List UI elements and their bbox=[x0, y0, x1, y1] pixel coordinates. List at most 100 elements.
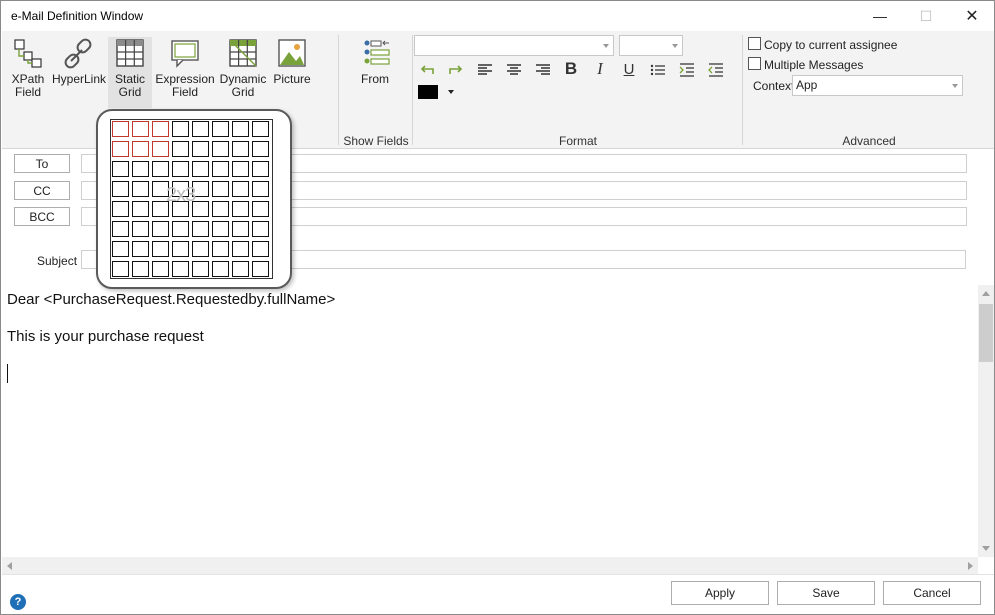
grid-picker-cell[interactable] bbox=[112, 221, 129, 237]
outdent-button[interactable] bbox=[705, 61, 727, 79]
bold-button[interactable]: B bbox=[560, 59, 582, 78]
grid-picker-cell[interactable] bbox=[152, 241, 169, 257]
grid-picker-cell[interactable] bbox=[132, 181, 149, 197]
grid-picker-cell[interactable] bbox=[192, 261, 209, 277]
chevron-down-icon[interactable] bbox=[448, 90, 454, 94]
grid-picker-cell[interactable] bbox=[132, 221, 149, 237]
redo-button[interactable] bbox=[445, 61, 467, 79]
grid-picker-cell[interactable] bbox=[212, 241, 229, 257]
cancel-button[interactable]: Cancel bbox=[883, 581, 981, 605]
expression-field-button[interactable]: Expression Field bbox=[155, 37, 215, 99]
grid-picker-cell[interactable] bbox=[172, 161, 189, 177]
grid-picker-cell[interactable] bbox=[232, 161, 249, 177]
context-combo[interactable]: App bbox=[792, 75, 963, 96]
grid-picker-cell[interactable] bbox=[252, 141, 269, 157]
grid-picker-cell[interactable] bbox=[112, 141, 129, 157]
grid-picker-cell[interactable] bbox=[252, 181, 269, 197]
undo-button[interactable] bbox=[416, 61, 438, 79]
grid-picker-cell[interactable] bbox=[212, 161, 229, 177]
grid-picker-cell[interactable] bbox=[132, 121, 149, 137]
grid-picker-cell[interactable] bbox=[112, 161, 129, 177]
to-button[interactable]: To bbox=[14, 154, 70, 173]
grid-picker-cell[interactable] bbox=[252, 201, 269, 217]
grid-picker-cell[interactable] bbox=[192, 161, 209, 177]
scroll-up-icon[interactable] bbox=[982, 291, 990, 296]
grid-picker-cell[interactable] bbox=[152, 141, 169, 157]
grid-picker-cell[interactable] bbox=[132, 201, 149, 217]
minimize-button[interactable]: — bbox=[857, 1, 903, 31]
horizontal-scrollbar[interactable] bbox=[2, 557, 978, 574]
grid-picker-cell[interactable] bbox=[232, 121, 249, 137]
grid-picker-cell[interactable] bbox=[212, 201, 229, 217]
grid-picker-cell[interactable] bbox=[132, 241, 149, 257]
grid-picker-cell[interactable] bbox=[212, 141, 229, 157]
grid-picker-cell[interactable] bbox=[252, 241, 269, 257]
grid-picker-cell[interactable] bbox=[152, 121, 169, 137]
maximize-button[interactable]: ☐ bbox=[903, 1, 949, 31]
grid-picker-cell[interactable] bbox=[192, 141, 209, 157]
close-button[interactable]: ✕ bbox=[949, 1, 995, 31]
grid-picker-cell[interactable] bbox=[112, 121, 129, 137]
grid-picker-cell[interactable] bbox=[112, 201, 129, 217]
grid-picker-cell[interactable] bbox=[172, 241, 189, 257]
bullet-list-button[interactable] bbox=[647, 61, 669, 79]
font-color-swatch[interactable] bbox=[418, 85, 438, 99]
grid-picker-cell[interactable] bbox=[132, 141, 149, 157]
picture-button[interactable]: Picture bbox=[270, 37, 314, 86]
grid-picker-cell[interactable] bbox=[232, 261, 249, 277]
bcc-button[interactable]: BCC bbox=[14, 207, 70, 226]
copy-to-assignee-checkbox[interactable] bbox=[748, 37, 761, 50]
multiple-messages-checkbox[interactable] bbox=[748, 57, 761, 70]
align-left-button[interactable] bbox=[474, 61, 496, 79]
static-grid-button[interactable]: Static Grid bbox=[108, 37, 152, 108]
vertical-scrollbar[interactable] bbox=[978, 285, 994, 557]
scroll-left-icon[interactable] bbox=[7, 562, 12, 570]
grid-picker-cell[interactable] bbox=[112, 261, 129, 277]
from-button[interactable]: From bbox=[354, 37, 396, 86]
grid-picker-cell[interactable] bbox=[252, 261, 269, 277]
grid-picker-cell[interactable] bbox=[152, 161, 169, 177]
grid-picker-cell[interactable] bbox=[212, 221, 229, 237]
font-combo[interactable] bbox=[414, 35, 614, 56]
xpath-field-button[interactable]: XPath Field bbox=[6, 37, 50, 99]
grid-picker-cell[interactable] bbox=[112, 241, 129, 257]
grid-picker-cell[interactable] bbox=[232, 221, 249, 237]
align-right-button[interactable] bbox=[532, 61, 554, 79]
grid-picker-cell[interactable] bbox=[132, 161, 149, 177]
grid-picker-cell[interactable] bbox=[232, 241, 249, 257]
grid-picker-cell[interactable] bbox=[172, 221, 189, 237]
scroll-down-icon[interactable] bbox=[982, 546, 990, 551]
indent-button[interactable] bbox=[676, 61, 698, 79]
grid-picker-cell[interactable] bbox=[212, 121, 229, 137]
save-button[interactable]: Save bbox=[777, 581, 875, 605]
grid-picker-cell[interactable] bbox=[112, 181, 129, 197]
help-icon[interactable]: ? bbox=[10, 594, 26, 610]
grid-picker-cell[interactable] bbox=[192, 221, 209, 237]
grid-picker-cell[interactable] bbox=[212, 181, 229, 197]
hyperlink-button[interactable]: HyperLink bbox=[52, 37, 106, 86]
grid-picker-cell[interactable] bbox=[152, 221, 169, 237]
grid-picker-cell[interactable] bbox=[152, 261, 169, 277]
grid-picker-cell[interactable] bbox=[172, 121, 189, 137]
align-center-button[interactable] bbox=[503, 61, 525, 79]
grid-picker-cell[interactable] bbox=[192, 241, 209, 257]
grid-picker-cell[interactable] bbox=[172, 141, 189, 157]
scroll-thumb[interactable] bbox=[979, 304, 993, 362]
cc-button[interactable]: CC bbox=[14, 181, 70, 200]
grid-picker-cell[interactable] bbox=[232, 181, 249, 197]
grid-picker-cell[interactable] bbox=[172, 261, 189, 277]
grid-picker-cell[interactable] bbox=[192, 121, 209, 137]
underline-button[interactable]: U bbox=[618, 60, 640, 78]
grid-picker-cell[interactable] bbox=[252, 121, 269, 137]
grid-picker-cell[interactable] bbox=[252, 221, 269, 237]
italic-button[interactable]: I bbox=[589, 59, 611, 78]
grid-picker-cell[interactable] bbox=[232, 201, 249, 217]
apply-button[interactable]: Apply bbox=[671, 581, 769, 605]
scroll-right-icon[interactable] bbox=[968, 562, 973, 570]
grid-picker-cell[interactable] bbox=[252, 161, 269, 177]
dynamic-grid-button[interactable]: Dynamic Grid bbox=[218, 37, 268, 99]
grid-picker-cell[interactable] bbox=[212, 261, 229, 277]
grid-picker-cell[interactable] bbox=[232, 141, 249, 157]
font-size-combo[interactable] bbox=[619, 35, 683, 56]
grid-picker-cell[interactable] bbox=[132, 261, 149, 277]
